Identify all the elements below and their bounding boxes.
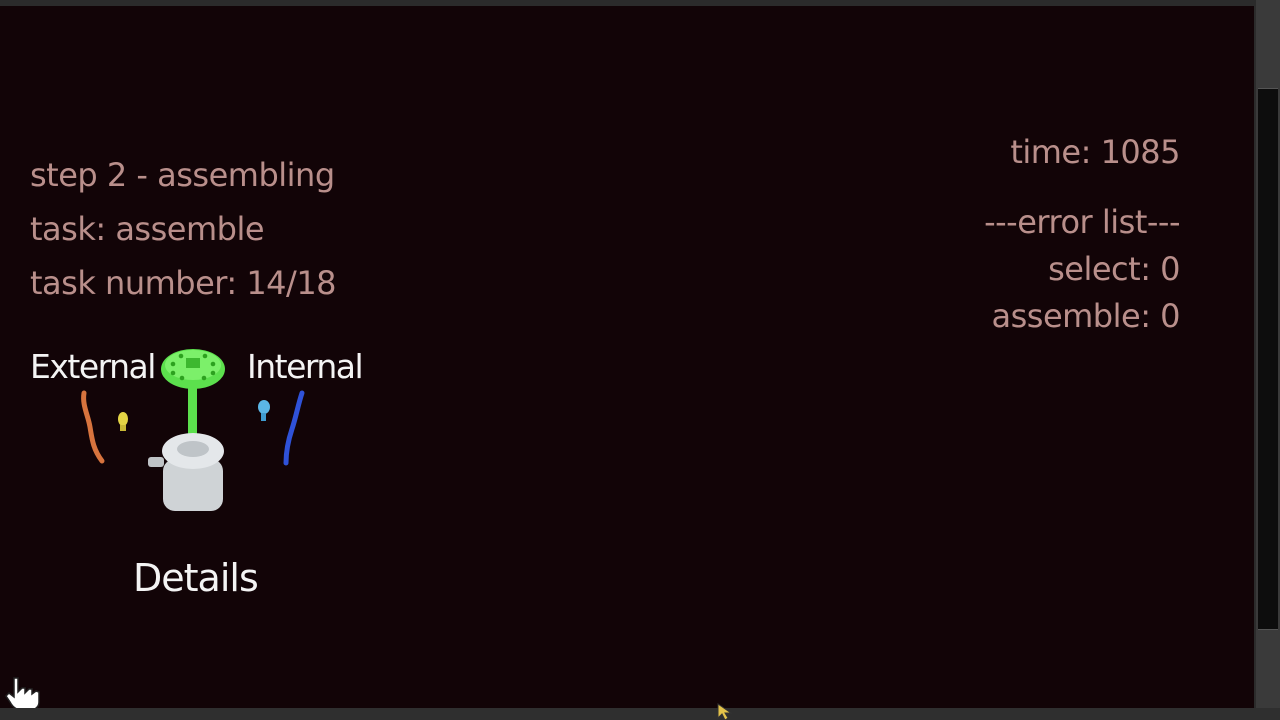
external-connector-part[interactable] xyxy=(118,412,128,431)
task-label: task: assemble xyxy=(30,210,265,248)
parts-panel xyxy=(81,349,305,511)
app-window: step 2 - assembling task: assemble task … xyxy=(0,0,1280,720)
error-list-header: ---error list--- xyxy=(984,203,1180,241)
step-title: step 2 - assembling xyxy=(30,156,335,194)
side-scrollbar[interactable] xyxy=(1256,0,1280,720)
task-number: task number: 14/18 xyxy=(30,264,337,302)
scroll-track xyxy=(1258,88,1278,630)
game-viewport[interactable]: step 2 - assembling task: assemble task … xyxy=(0,6,1254,708)
error-select-count: select: 0 xyxy=(1048,250,1180,288)
timer-readout: time: 1085 xyxy=(1010,133,1180,171)
internal-connector-part[interactable] xyxy=(258,400,270,421)
error-assemble-count: assemble: 0 xyxy=(991,297,1180,335)
bottom-bar xyxy=(0,708,1280,720)
hand-pointer-icon xyxy=(5,677,40,708)
external-tube-part[interactable] xyxy=(81,390,105,464)
internal-tube-part[interactable] xyxy=(283,390,305,466)
details-button[interactable]: Details xyxy=(133,556,259,600)
base-part[interactable] xyxy=(148,433,224,511)
arrow-pointer-icon xyxy=(717,703,733,720)
